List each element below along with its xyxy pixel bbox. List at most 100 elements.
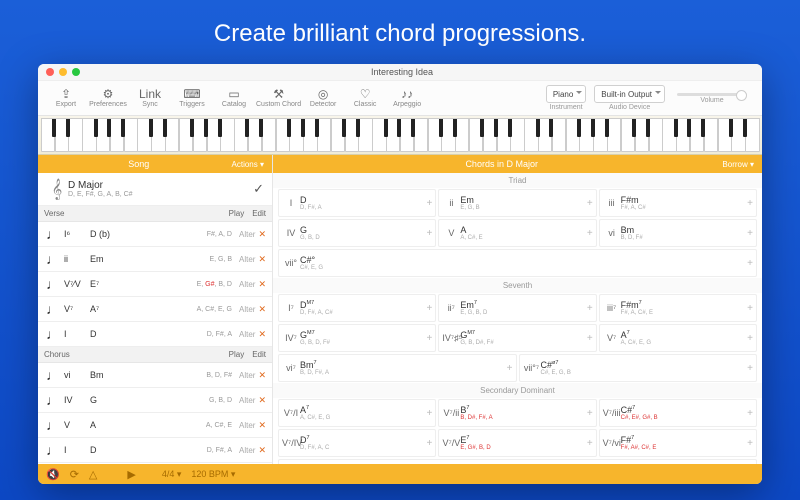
delete-button[interactable]: ✕ [258, 304, 266, 315]
piano-key[interactable] [41, 118, 55, 152]
chord-cell[interactable]: iiEmE, G, B+ [438, 189, 596, 217]
piano-key[interactable] [510, 118, 524, 152]
piano-key[interactable] [372, 118, 386, 152]
alter-button[interactable]: Alter [239, 230, 255, 239]
chord-cell[interactable]: vi⁷Bm7B, D, F#, A+ [278, 354, 517, 382]
chord-cell[interactable]: IV⁷♯⁵GM7G, B, D#, F#+ [438, 324, 596, 352]
sync-button[interactable]: LinkSync [130, 83, 170, 113]
add-chord-button[interactable]: + [507, 363, 513, 374]
alter-button[interactable]: Alter [239, 255, 255, 264]
section-play[interactable]: Play [229, 209, 245, 218]
song-chord-row[interactable]: ♩IVGG, B, DAlter✕ [38, 388, 272, 413]
zoom-button[interactable] [72, 68, 80, 76]
alter-button[interactable]: Alter [239, 330, 255, 339]
piano-key[interactable] [400, 118, 414, 152]
song-chord-row[interactable]: ♩iiEmE, G, BAlter✕ [38, 247, 272, 272]
piano-key[interactable] [386, 118, 400, 152]
chord-cell[interactable]: vii°⁷C#ø7C#, E, G, B+ [519, 354, 758, 382]
add-chord-button[interactable]: + [587, 408, 593, 419]
chord-cell[interactable]: IVGG, B, D+ [278, 219, 436, 247]
piano-key[interactable] [96, 118, 110, 152]
piano-key[interactable] [552, 118, 566, 152]
chord-cell[interactable]: V⁷A7A, C#, E, G+ [599, 324, 757, 352]
chord-cell[interactable]: V⁷/IVD7D, F#, A, C+ [278, 429, 436, 457]
chord-cell[interactable]: ii⁷Em7E, G, B, D+ [438, 294, 596, 322]
piano-key[interactable] [704, 118, 718, 152]
chord-cell[interactable]: IDD, F#, A+ [278, 189, 436, 217]
piano-key[interactable] [662, 118, 676, 152]
song-chord-row[interactable]: ♩I⁶D (b)F#, A, DAlter✕ [38, 222, 272, 247]
piano-key[interactable] [483, 118, 497, 152]
add-chord-button[interactable]: + [587, 303, 593, 314]
add-chord-button[interactable]: + [747, 228, 753, 239]
custom-chord-button[interactable]: ⚒Custom Chord [256, 83, 301, 113]
piano-key[interactable] [579, 118, 593, 152]
piano-key[interactable] [262, 118, 276, 152]
alter-button[interactable]: Alter [239, 280, 255, 289]
piano-key[interactable] [68, 118, 82, 152]
piano-key[interactable] [607, 118, 621, 152]
song-chord-row[interactable]: ♩V⁷A⁷A, C#, E, GAlter✕ [38, 297, 272, 322]
piano-key[interactable] [469, 118, 483, 152]
piano-key[interactable] [289, 118, 303, 152]
delete-button[interactable]: ✕ [258, 370, 266, 381]
chord-cell[interactable]: V⁷/viF#7F#, A#, C#, E+ [599, 429, 757, 457]
song-chord-row[interactable]: ♩viBmB, D, F#Alter✕ [38, 363, 272, 388]
play-button[interactable]: ▶ [127, 468, 135, 481]
add-chord-button[interactable]: + [426, 303, 432, 314]
piano-key[interactable] [82, 118, 96, 152]
piano-key[interactable] [621, 118, 635, 152]
add-chord-button[interactable]: + [426, 228, 432, 239]
piano-key[interactable] [234, 118, 248, 152]
actions-menu[interactable]: Actions ▾ [232, 160, 264, 169]
chord-cell[interactable]: iiiF#mF#, A, C#+ [599, 189, 757, 217]
piano-key[interactable] [635, 118, 649, 152]
chord-cell[interactable]: V⁷/iiiC#7C#, E#, G#, B+ [599, 399, 757, 427]
piano-key[interactable] [317, 118, 331, 152]
add-chord-button[interactable]: + [747, 363, 753, 374]
piano-key[interactable] [649, 118, 663, 152]
minimize-button[interactable] [59, 68, 67, 76]
chord-cell[interactable]: vii°C#°C#, E, G+ [278, 249, 757, 277]
alter-button[interactable]: Alter [239, 396, 255, 405]
key-signature-row[interactable]: 𝄞 D Major D, E, F#, G, A, B, C# ✓ [38, 173, 272, 206]
chord-cell[interactable]: IV⁷GM7G, B, D, F#+ [278, 324, 436, 352]
alter-button[interactable]: Alter [239, 305, 255, 314]
triggers-button[interactable]: ⌨Triggers [172, 83, 212, 113]
piano-key[interactable] [207, 118, 221, 152]
piano-key[interactable] [676, 118, 690, 152]
add-chord-button[interactable]: + [747, 408, 753, 419]
loop-button[interactable]: ⟳ [70, 468, 79, 481]
add-chord-button[interactable]: + [747, 438, 753, 449]
arpeggio-button[interactable]: ♪♪Arpeggio [387, 83, 427, 113]
tempo-select[interactable]: 120 BPM ▾ [191, 469, 235, 480]
volume-slider[interactable] [677, 93, 747, 96]
add-chord-button[interactable]: + [426, 438, 432, 449]
piano-key[interactable] [165, 118, 179, 152]
detector-button[interactable]: ◎Detector [303, 83, 343, 113]
delete-button[interactable]: ✕ [258, 254, 266, 265]
piano-key[interactable] [276, 118, 290, 152]
section-play[interactable]: Play [229, 350, 245, 359]
alter-button[interactable]: Alter [239, 446, 255, 455]
piano-key[interactable] [745, 118, 759, 152]
chord-cell[interactable]: viBmB, D, F#+ [599, 219, 757, 247]
time-signature-select[interactable]: 4/4 ▾ [162, 469, 182, 480]
piano-key[interactable] [414, 118, 428, 152]
mute-button[interactable]: 🔇 [46, 468, 60, 481]
piano-key[interactable] [331, 118, 345, 152]
section-edit[interactable]: Edit [252, 209, 266, 218]
audio-device-select[interactable]: Built-in Output [594, 85, 665, 103]
add-chord-button[interactable]: + [587, 333, 593, 344]
delete-button[interactable]: ✕ [258, 395, 266, 406]
chord-cell[interactable]: iii⁷F#m7F#, A, C#, E+ [599, 294, 757, 322]
song-chord-row[interactable]: ♩IDD, F#, AAlter✕ [38, 322, 272, 347]
chord-cell[interactable]: V⁷/IA7A, C#, E, G+ [278, 399, 436, 427]
add-chord-button[interactable]: + [587, 438, 593, 449]
alter-button[interactable]: Alter [239, 421, 255, 430]
song-chord-row[interactable]: ♩IDD, F#, AAlter✕ [38, 438, 272, 463]
piano-keyboard[interactable] [38, 116, 762, 155]
song-chord-row[interactable]: ♩VAA, C#, EAlter✕ [38, 413, 272, 438]
chord-cell[interactable]: V⁷/VE7E, G#, B, D+ [438, 429, 596, 457]
preferences-button[interactable]: ⚙Preferences [88, 83, 128, 113]
